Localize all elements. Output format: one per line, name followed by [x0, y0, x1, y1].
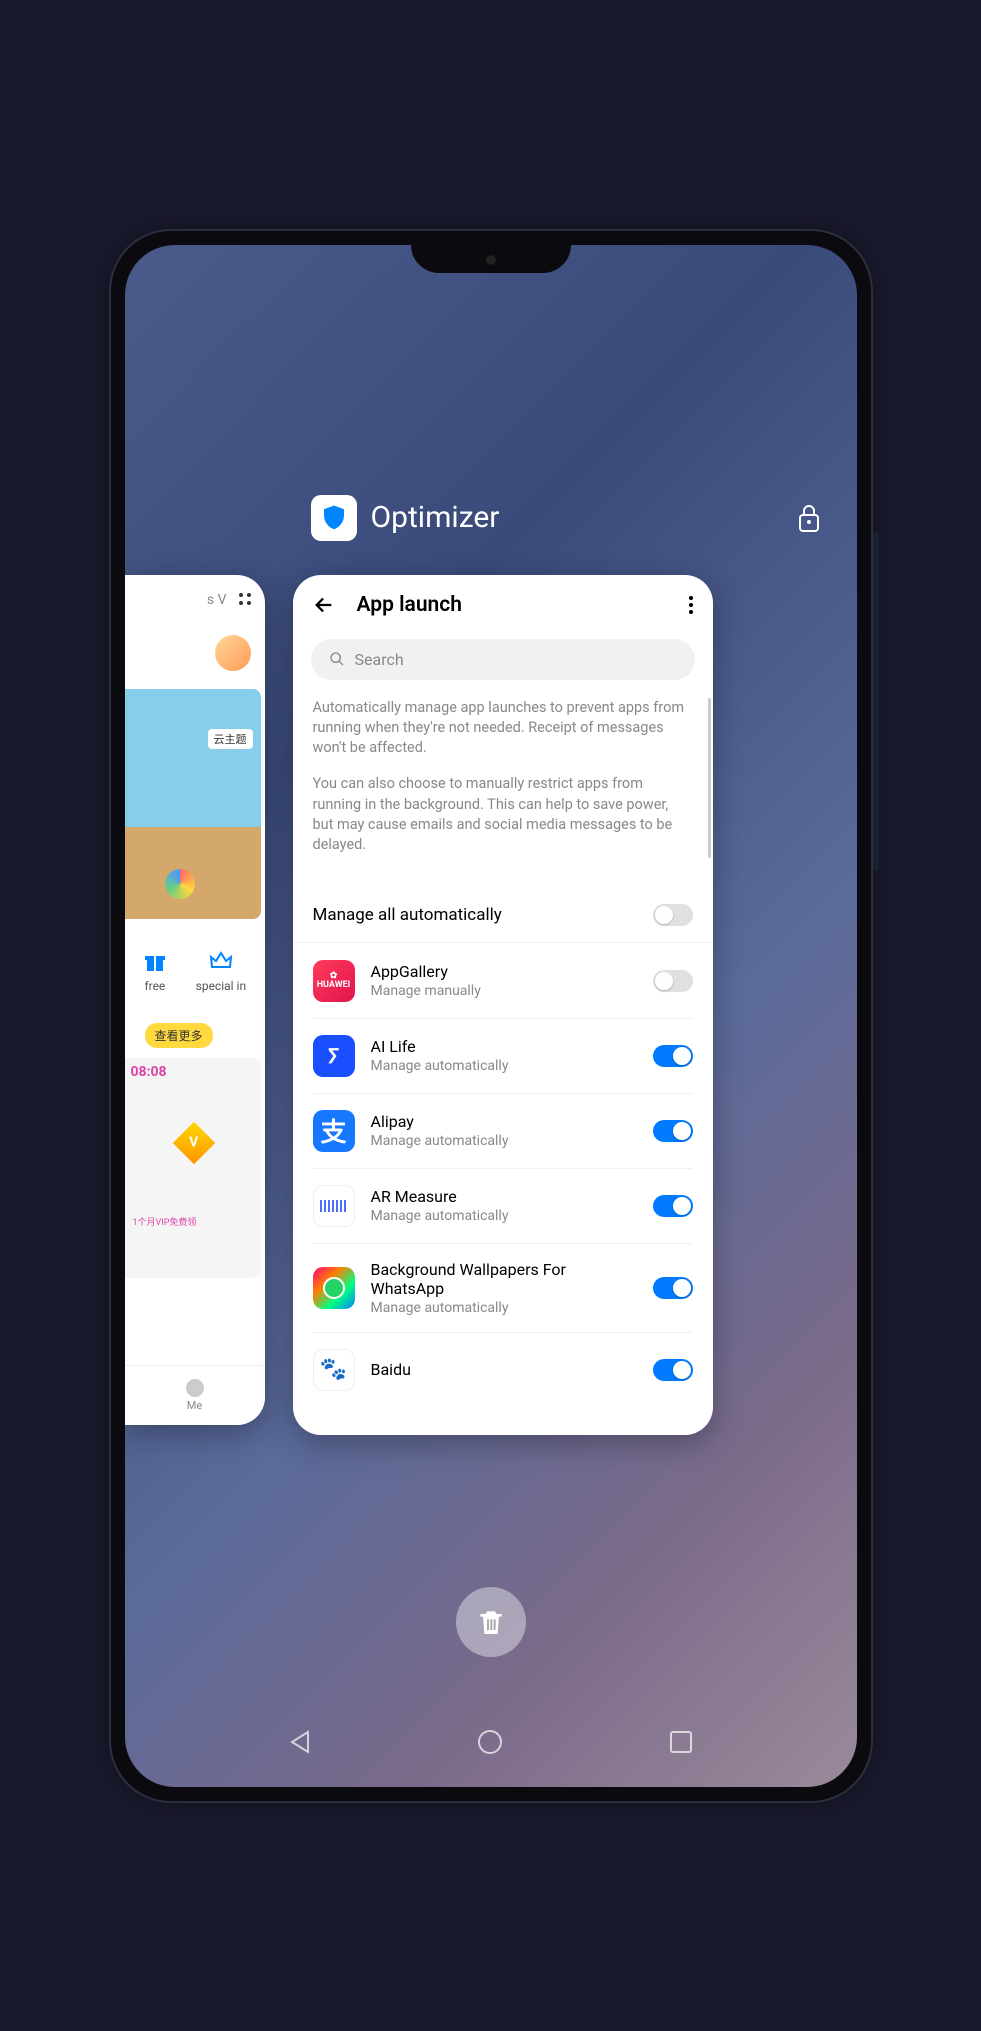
shield-icon: [319, 503, 349, 533]
app-title: Baidu: [371, 1360, 637, 1379]
list-item[interactable]: Background Wallpapers For WhatsApp Manag…: [313, 1243, 693, 1332]
list-item[interactable]: 🐾 Baidu: [313, 1332, 693, 1391]
app-info: AR Measure Manage automatically: [371, 1187, 637, 1224]
list-item[interactable]: 支 Alipay Manage automatically: [313, 1093, 693, 1168]
recents-header: Optimizer: [125, 495, 857, 541]
special-label: special in: [196, 979, 246, 993]
vip-text: 1个月VIP免费领: [133, 1215, 197, 1228]
app-sub: Manage automatically: [371, 1058, 637, 1074]
app-info: Baidu: [371, 1360, 637, 1379]
app-title: AppGallery: [371, 962, 637, 981]
notch: [411, 245, 571, 273]
manage-all-toggle[interactable]: [653, 904, 693, 926]
vip-badge: [173, 1121, 215, 1163]
list-item[interactable]: AR Measure Manage automatically: [313, 1168, 693, 1243]
tab-text: s V: [207, 592, 227, 608]
description-block: Automatically manage app launches to pre…: [293, 698, 713, 890]
app-info: Alipay Manage automatically: [371, 1112, 637, 1149]
app-info: AppGallery Manage manually: [371, 962, 637, 999]
app-title: AR Measure: [371, 1187, 637, 1206]
system-nav-bar: [125, 1717, 857, 1767]
optimizer-app-icon[interactable]: [311, 495, 357, 541]
recents-nav-icon[interactable]: [667, 1728, 695, 1756]
app-list: ✿HUAWEI AppGallery Manage manually ⵢ AI …: [293, 943, 713, 1391]
nav-me-label: Me: [187, 1399, 202, 1412]
search-placeholder: Search: [355, 650, 404, 669]
special-item[interactable]: special in: [196, 949, 246, 993]
avatar[interactable]: [213, 633, 253, 673]
alipay-icon: 支: [313, 1110, 355, 1152]
free-item[interactable]: free: [143, 949, 167, 993]
grid-icon[interactable]: [239, 593, 253, 607]
card-header: App launch: [293, 575, 713, 631]
page-title: App launch: [357, 593, 462, 617]
screen: Optimizer s V 云主题: [125, 245, 857, 1787]
clock-text: 08:08: [131, 1064, 167, 1080]
back-arrow-icon[interactable]: [313, 594, 335, 616]
crown-icon: [209, 949, 233, 973]
manage-all-label: Manage all automatically: [313, 905, 502, 925]
avatar-row: [125, 625, 265, 681]
app-title: Alipay: [371, 1112, 637, 1131]
app-sub: Manage manually: [371, 983, 637, 999]
home-nav-icon[interactable]: [476, 1728, 504, 1756]
gift-icon: [143, 949, 167, 973]
app-toggle[interactable]: [653, 1195, 693, 1217]
appgallery-icon: ✿HUAWEI: [313, 960, 355, 1002]
app-sub: Manage automatically: [371, 1133, 637, 1149]
app-info: AI Life Manage automatically: [371, 1037, 637, 1074]
manage-all-row: Manage all automatically: [293, 890, 713, 943]
recents-card-previous[interactable]: s V 云主题 free special in 查看更多: [125, 575, 265, 1425]
baidu-icon: 🐾: [313, 1349, 355, 1391]
more-menu-icon[interactable]: [689, 596, 693, 614]
list-item[interactable]: ✿HUAWEI AppGallery Manage manually: [313, 943, 693, 1018]
left-card-tabs: s V: [125, 575, 265, 625]
bgwallpapers-icon: [313, 1267, 355, 1309]
person-icon: [186, 1379, 204, 1397]
theme-thumbnail-2[interactable]: 08:08 1个月VIP免费领: [125, 1058, 261, 1278]
app-toggle[interactable]: [653, 1045, 693, 1067]
lock-icon[interactable]: [797, 503, 821, 533]
app-title: AI Life: [371, 1037, 637, 1056]
nav-me[interactable]: Me: [186, 1379, 204, 1412]
left-icons-row: free special in: [125, 919, 265, 1003]
phone-frame: Optimizer s V 云主题: [111, 231, 871, 1801]
trash-icon: [475, 1606, 507, 1638]
theme-tag: 云主题: [208, 729, 253, 749]
clear-all-button[interactable]: [456, 1587, 526, 1657]
free-label: free: [144, 979, 165, 993]
ball-graphic: [165, 869, 195, 899]
desc-text-1: Automatically manage app launches to pre…: [313, 698, 693, 759]
app-toggle[interactable]: [653, 970, 693, 992]
app-info: Background Wallpapers For WhatsApp Manag…: [371, 1260, 637, 1316]
list-item[interactable]: ⵢ AI Life Manage automatically: [313, 1018, 693, 1093]
see-more-button[interactable]: 查看更多: [145, 1023, 213, 1048]
scroll-indicator: [708, 698, 711, 858]
recents-app-name: Optimizer: [371, 500, 500, 535]
search-icon: [329, 651, 345, 667]
ailife-icon: ⵢ: [313, 1035, 355, 1077]
app-toggle[interactable]: [653, 1277, 693, 1299]
recents-app-label: Optimizer: [311, 495, 500, 541]
desc-text-2: You can also choose to manually restrict…: [313, 774, 693, 855]
left-bottom-nav: Me: [125, 1365, 265, 1425]
app-title: Background Wallpapers For WhatsApp: [371, 1260, 637, 1298]
app-sub: Manage automatically: [371, 1300, 637, 1316]
search-input[interactable]: Search: [311, 639, 695, 680]
back-nav-icon[interactable]: [286, 1728, 314, 1756]
app-sub: Manage automatically: [371, 1208, 637, 1224]
app-toggle[interactable]: [653, 1359, 693, 1381]
recents-card-optimizer[interactable]: App launch Search Automatically manage a…: [293, 575, 713, 1435]
armeasure-icon: [313, 1185, 355, 1227]
theme-thumbnail-1[interactable]: 云主题: [125, 689, 261, 919]
app-toggle[interactable]: [653, 1120, 693, 1142]
